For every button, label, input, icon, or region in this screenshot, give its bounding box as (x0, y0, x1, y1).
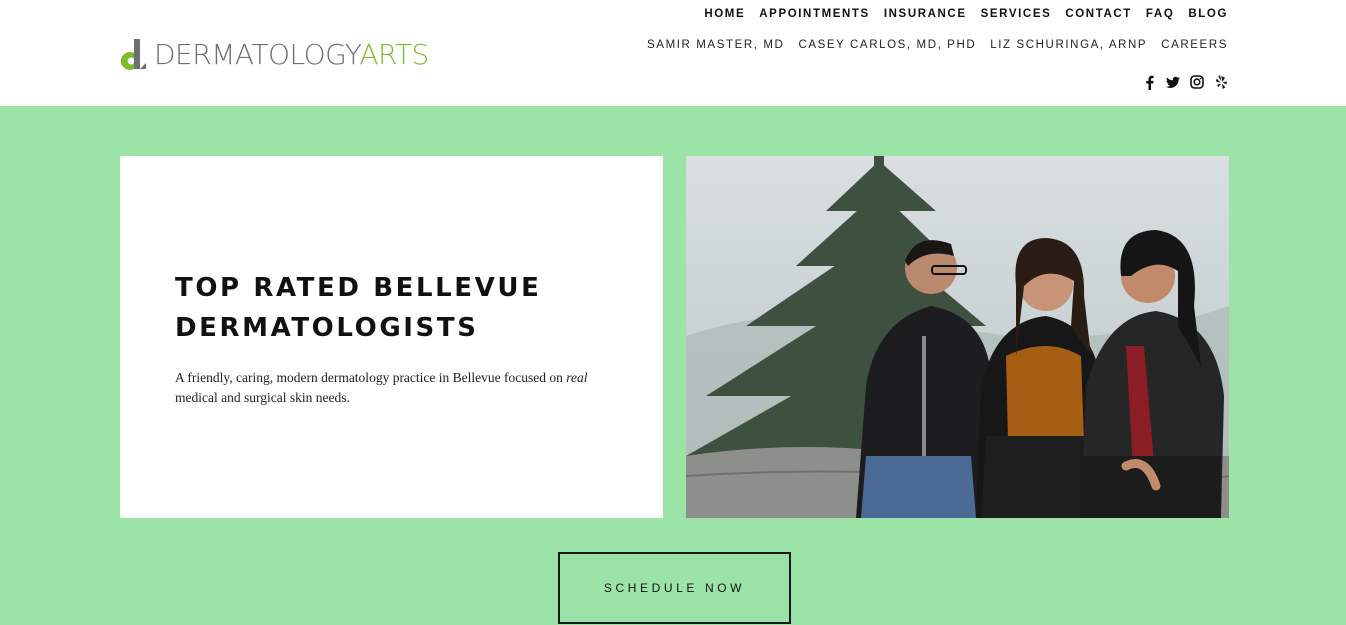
logo-mark-icon (120, 39, 148, 71)
twitter-icon[interactable] (1166, 74, 1180, 90)
hero-photo (686, 156, 1229, 518)
primary-nav: HOME APPOINTMENTS INSURANCE SERVICES CON… (704, 8, 1228, 20)
nav-contact[interactable]: CONTACT (1065, 8, 1132, 20)
yelp-icon[interactable] (1214, 74, 1228, 90)
nav-careers[interactable]: CAREERS (1161, 39, 1228, 51)
logo-text: DERMATOLOGYARTS (154, 38, 429, 72)
nav-blog[interactable]: BLOG (1188, 8, 1228, 20)
hero-description: A friendly, caring, modern dermatology p… (175, 368, 605, 408)
hero-desc-text-2: medical and surgical skin needs. (175, 390, 350, 405)
logo-text-dark: DERMATOLOGY (154, 38, 360, 71)
site-header: DERMATOLOGYARTS HOME APPOINTMENTS INSURA… (0, 0, 1346, 106)
instagram-icon[interactable] (1190, 74, 1204, 90)
hero-title-line-1: TOP RATED BELLEVUE (175, 273, 542, 303)
hero-card: TOP RATED BELLEVUE DERMATOLOGISTS A frie… (120, 156, 663, 518)
nav-samir-master[interactable]: SAMIR MASTER, MD (647, 39, 784, 51)
logo-text-green: ARTS (359, 38, 429, 71)
nav-faq[interactable]: FAQ (1146, 8, 1174, 20)
hero-title-line-2: DERMATOLOGISTS (175, 313, 479, 343)
hero-title: TOP RATED BELLEVUE DERMATOLOGISTS (175, 268, 595, 348)
hero-desc-text-1: A friendly, caring, modern dermatology p… (175, 370, 567, 385)
nav-casey-carlos[interactable]: CASEY CARLOS, MD, PHD (798, 39, 976, 51)
nav-home[interactable]: HOME (704, 8, 745, 20)
schedule-now-button[interactable]: SCHEDULE NOW (558, 552, 791, 624)
nav-services[interactable]: SERVICES (981, 8, 1052, 20)
nav-liz-schuringa[interactable]: LIZ SCHURINGA, ARNP (990, 39, 1147, 51)
hero-desc-emphasis: real (566, 370, 588, 385)
secondary-nav: SAMIR MASTER, MD CASEY CARLOS, MD, PHD L… (647, 39, 1228, 51)
facebook-icon[interactable] (1142, 74, 1156, 90)
nav-insurance[interactable]: INSURANCE (884, 8, 967, 20)
hero-section: TOP RATED BELLEVUE DERMATOLOGISTS A frie… (0, 106, 1346, 625)
nav-appointments[interactable]: APPOINTMENTS (759, 8, 870, 20)
logo[interactable]: DERMATOLOGYARTS (120, 38, 429, 72)
social-links (1142, 74, 1228, 90)
